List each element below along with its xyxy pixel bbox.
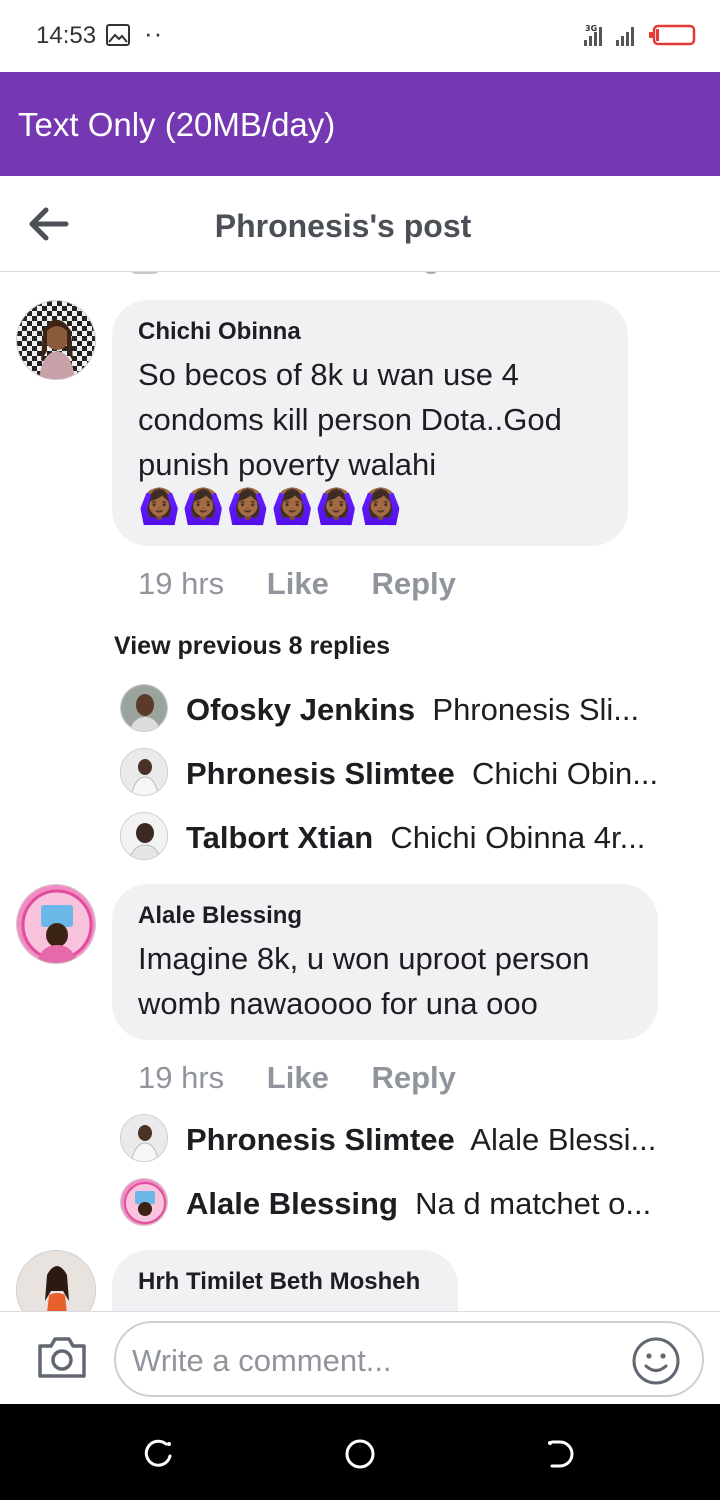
avatar-photo (17, 1251, 95, 1312)
avatar-photo (121, 813, 167, 859)
reply-snippet: Chichi Obin... (472, 756, 659, 791)
reply-button[interactable]: Reply (371, 1060, 455, 1095)
comment-author[interactable]: Chichi Obinna (138, 318, 602, 346)
image-icon (106, 24, 130, 46)
reply-summary: Talbort Xtian Chichi Obinna 4r... (186, 820, 645, 856)
smiley-icon[interactable] (630, 1335, 682, 1387)
avatar-photo (121, 1179, 167, 1225)
comments-list[interactable]: Chichi Obinna So becos of 8k u wan use 4… (0, 272, 720, 1312)
clipped-content (424, 272, 438, 274)
reply-snippet: Na d matchet o... (415, 1186, 652, 1221)
avatar[interactable] (16, 884, 96, 964)
camera-icon[interactable] (36, 1334, 88, 1380)
comment-author[interactable]: Alale Blessing (138, 902, 632, 930)
reply-summary: Alale Blessing Na d matchet o... (186, 1186, 651, 1222)
comment-actions: 19 hrs Like Reply (138, 566, 490, 602)
like-button[interactable]: Like (267, 1060, 329, 1095)
comment-composer: Write a comment... (0, 1311, 720, 1404)
recent-apps-icon[interactable] (144, 1438, 176, 1470)
avatar[interactable] (16, 300, 96, 380)
comment-time: 19 hrs (138, 1060, 225, 1095)
home-icon[interactable] (344, 1438, 376, 1470)
back-icon[interactable] (544, 1438, 576, 1470)
signal-icon: 3G (584, 24, 634, 46)
reply-author[interactable]: Alale Blessing (186, 1186, 398, 1221)
like-button[interactable]: Like (267, 566, 329, 601)
data-mode-banner[interactable]: Text Only (20MB/day) (0, 72, 720, 176)
reply-snippet: Phronesis Sli... (432, 692, 640, 727)
avatar[interactable] (120, 684, 168, 732)
reply-item[interactable]: Phronesis Slimtee Chichi Obin... (120, 748, 690, 798)
avatar-photo (17, 885, 95, 963)
system-nav-bar (0, 1404, 720, 1500)
page-title: Phronesis's post (214, 208, 472, 244)
post-header: Phronesis's post (0, 176, 720, 272)
comment-emoji: 🙆🏾‍♀️🙆🏾‍♀️🙆🏾‍♀️🙆🏾‍♀️🙆🏾‍♀️🙆🏾‍♀️ (138, 488, 405, 526)
view-previous-replies-link[interactable]: View previous 8 replies (114, 632, 390, 661)
reply-author[interactable]: Phronesis Slimtee (186, 756, 455, 791)
status-time: 14:53 (36, 22, 97, 49)
comment-text: So becos of 8k u wan use 4 condoms kill … (138, 357, 562, 482)
avatar[interactable] (120, 1178, 168, 1226)
battery-icon (649, 24, 696, 46)
comment-author[interactable]: Hrh Timilet Beth Mosheh (138, 1268, 432, 1296)
reply-item[interactable]: Phronesis Slimtee Alale Blessi... (120, 1114, 690, 1164)
avatar[interactable] (16, 1250, 96, 1312)
comment-bubble[interactable]: Hrh Timilet Beth Mosheh (112, 1250, 458, 1312)
comment-actions: 19 hrs Like Reply (138, 1060, 490, 1096)
comment-bubble[interactable]: Chichi Obinna So becos of 8k u wan use 4… (112, 300, 628, 546)
more-dots-icon: ·· (144, 18, 164, 48)
clipped-content (130, 272, 160, 274)
avatar[interactable] (120, 812, 168, 860)
comment-bubble[interactable]: Alale Blessing Imagine 8k, u won uproot … (112, 884, 658, 1040)
avatar-photo (17, 301, 95, 379)
reply-snippet: Chichi Obinna 4r... (390, 820, 646, 855)
reply-author[interactable]: Phronesis Slimtee (186, 1122, 455, 1157)
reply-author[interactable]: Ofosky Jenkins (186, 692, 415, 727)
avatar-photo (121, 1115, 167, 1161)
avatar-photo (121, 749, 167, 795)
svg-text:3G: 3G (585, 24, 597, 33)
reply-summary: Ofosky Jenkins Phronesis Sli... (186, 692, 639, 728)
reply-summary: Phronesis Slimtee Chichi Obin... (186, 756, 658, 792)
reply-item[interactable]: Ofosky Jenkins Phronesis Sli... (120, 684, 690, 734)
reply-summary: Phronesis Slimtee Alale Blessi... (186, 1122, 656, 1158)
comment-text: Imagine 8k, u won uproot person womb naw… (138, 941, 590, 1021)
reply-item[interactable]: Talbort Xtian Chichi Obinna 4r... (120, 812, 690, 862)
comment-time: 19 hrs (138, 566, 225, 601)
comment-placeholder: Write a comment... (132, 1343, 392, 1378)
reply-snippet: Alale Blessi... (470, 1122, 657, 1157)
avatar-photo (121, 685, 167, 731)
status-bar: 14:53 ·· 3G (0, 0, 720, 72)
reply-author[interactable]: Talbort Xtian (186, 820, 373, 855)
data-mode-label: Text Only (20MB/day) (18, 106, 336, 143)
reply-item[interactable]: Alale Blessing Na d matchet o... (120, 1178, 690, 1228)
avatar[interactable] (120, 1114, 168, 1162)
avatar[interactable] (120, 748, 168, 796)
comment-input[interactable]: Write a comment... (114, 1321, 704, 1397)
reply-button[interactable]: Reply (371, 566, 455, 601)
